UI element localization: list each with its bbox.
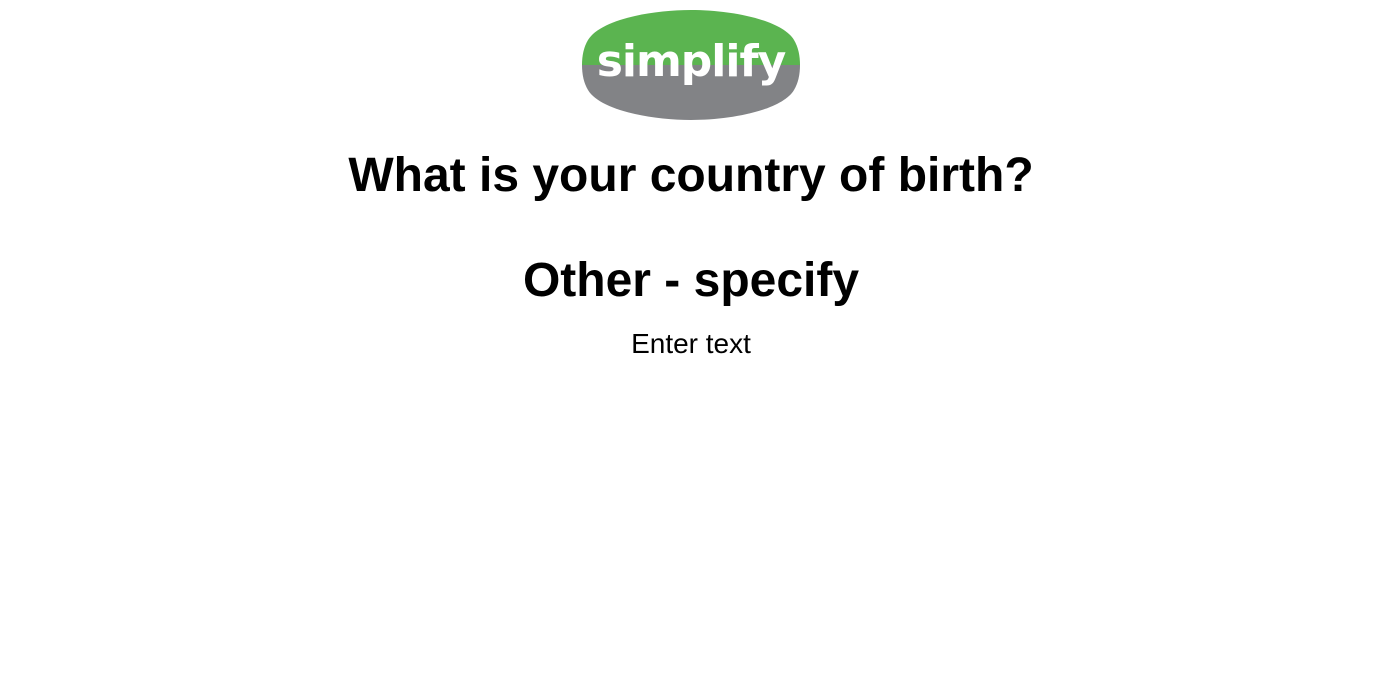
option-label: Other - specify <box>522 254 860 307</box>
specify-text-input[interactable] <box>541 325 841 363</box>
simplify-logo: simplify <box>582 10 800 120</box>
logo-wordmark: simplify <box>597 36 786 87</box>
question-title: What is your country of birth? <box>348 149 1034 202</box>
